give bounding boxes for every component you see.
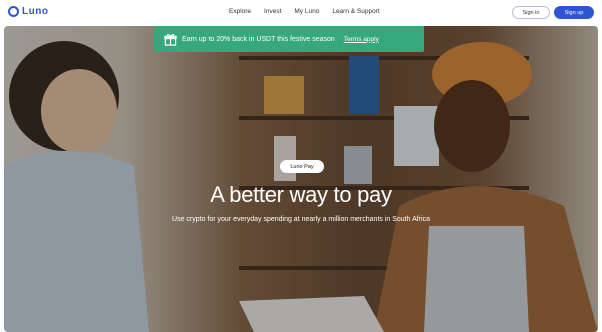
top-navbar: Luno Explore Invest My Luno Learn & Supp… <box>0 0 602 26</box>
sign-in-button[interactable]: Sign in <box>512 6 550 19</box>
nav-links: Explore Invest My Luno Learn & Support <box>229 8 380 15</box>
nav-link-explore[interactable]: Explore <box>229 8 251 15</box>
hero-overlay <box>4 26 598 332</box>
sign-up-button[interactable]: Sign up <box>554 6 594 19</box>
hero-headline: A better way to pay <box>210 182 392 207</box>
luno-logo[interactable]: Luno <box>8 6 48 17</box>
nav-link-invest[interactable]: Invest <box>264 8 281 15</box>
luno-logo-icon <box>8 6 19 17</box>
logo-text: Luno <box>22 6 49 17</box>
luno-pay-badge: Luno Pay <box>280 160 324 173</box>
promo-banner: Earn up to 20% back in USDT this festive… <box>154 26 424 52</box>
nav-link-my-luno[interactable]: My Luno <box>294 8 319 15</box>
nav-link-learn-support[interactable]: Learn & Support <box>332 8 379 15</box>
hero-subline: Use crypto for your everyday spending at… <box>172 216 430 223</box>
gift-icon <box>164 33 177 46</box>
promo-text: Earn up to 20% back in USDT this festive… <box>182 35 335 43</box>
terms-link[interactable]: Terms apply <box>344 36 379 43</box>
hero-banner: Earn up to 20% back in USDT this festive… <box>4 26 598 332</box>
